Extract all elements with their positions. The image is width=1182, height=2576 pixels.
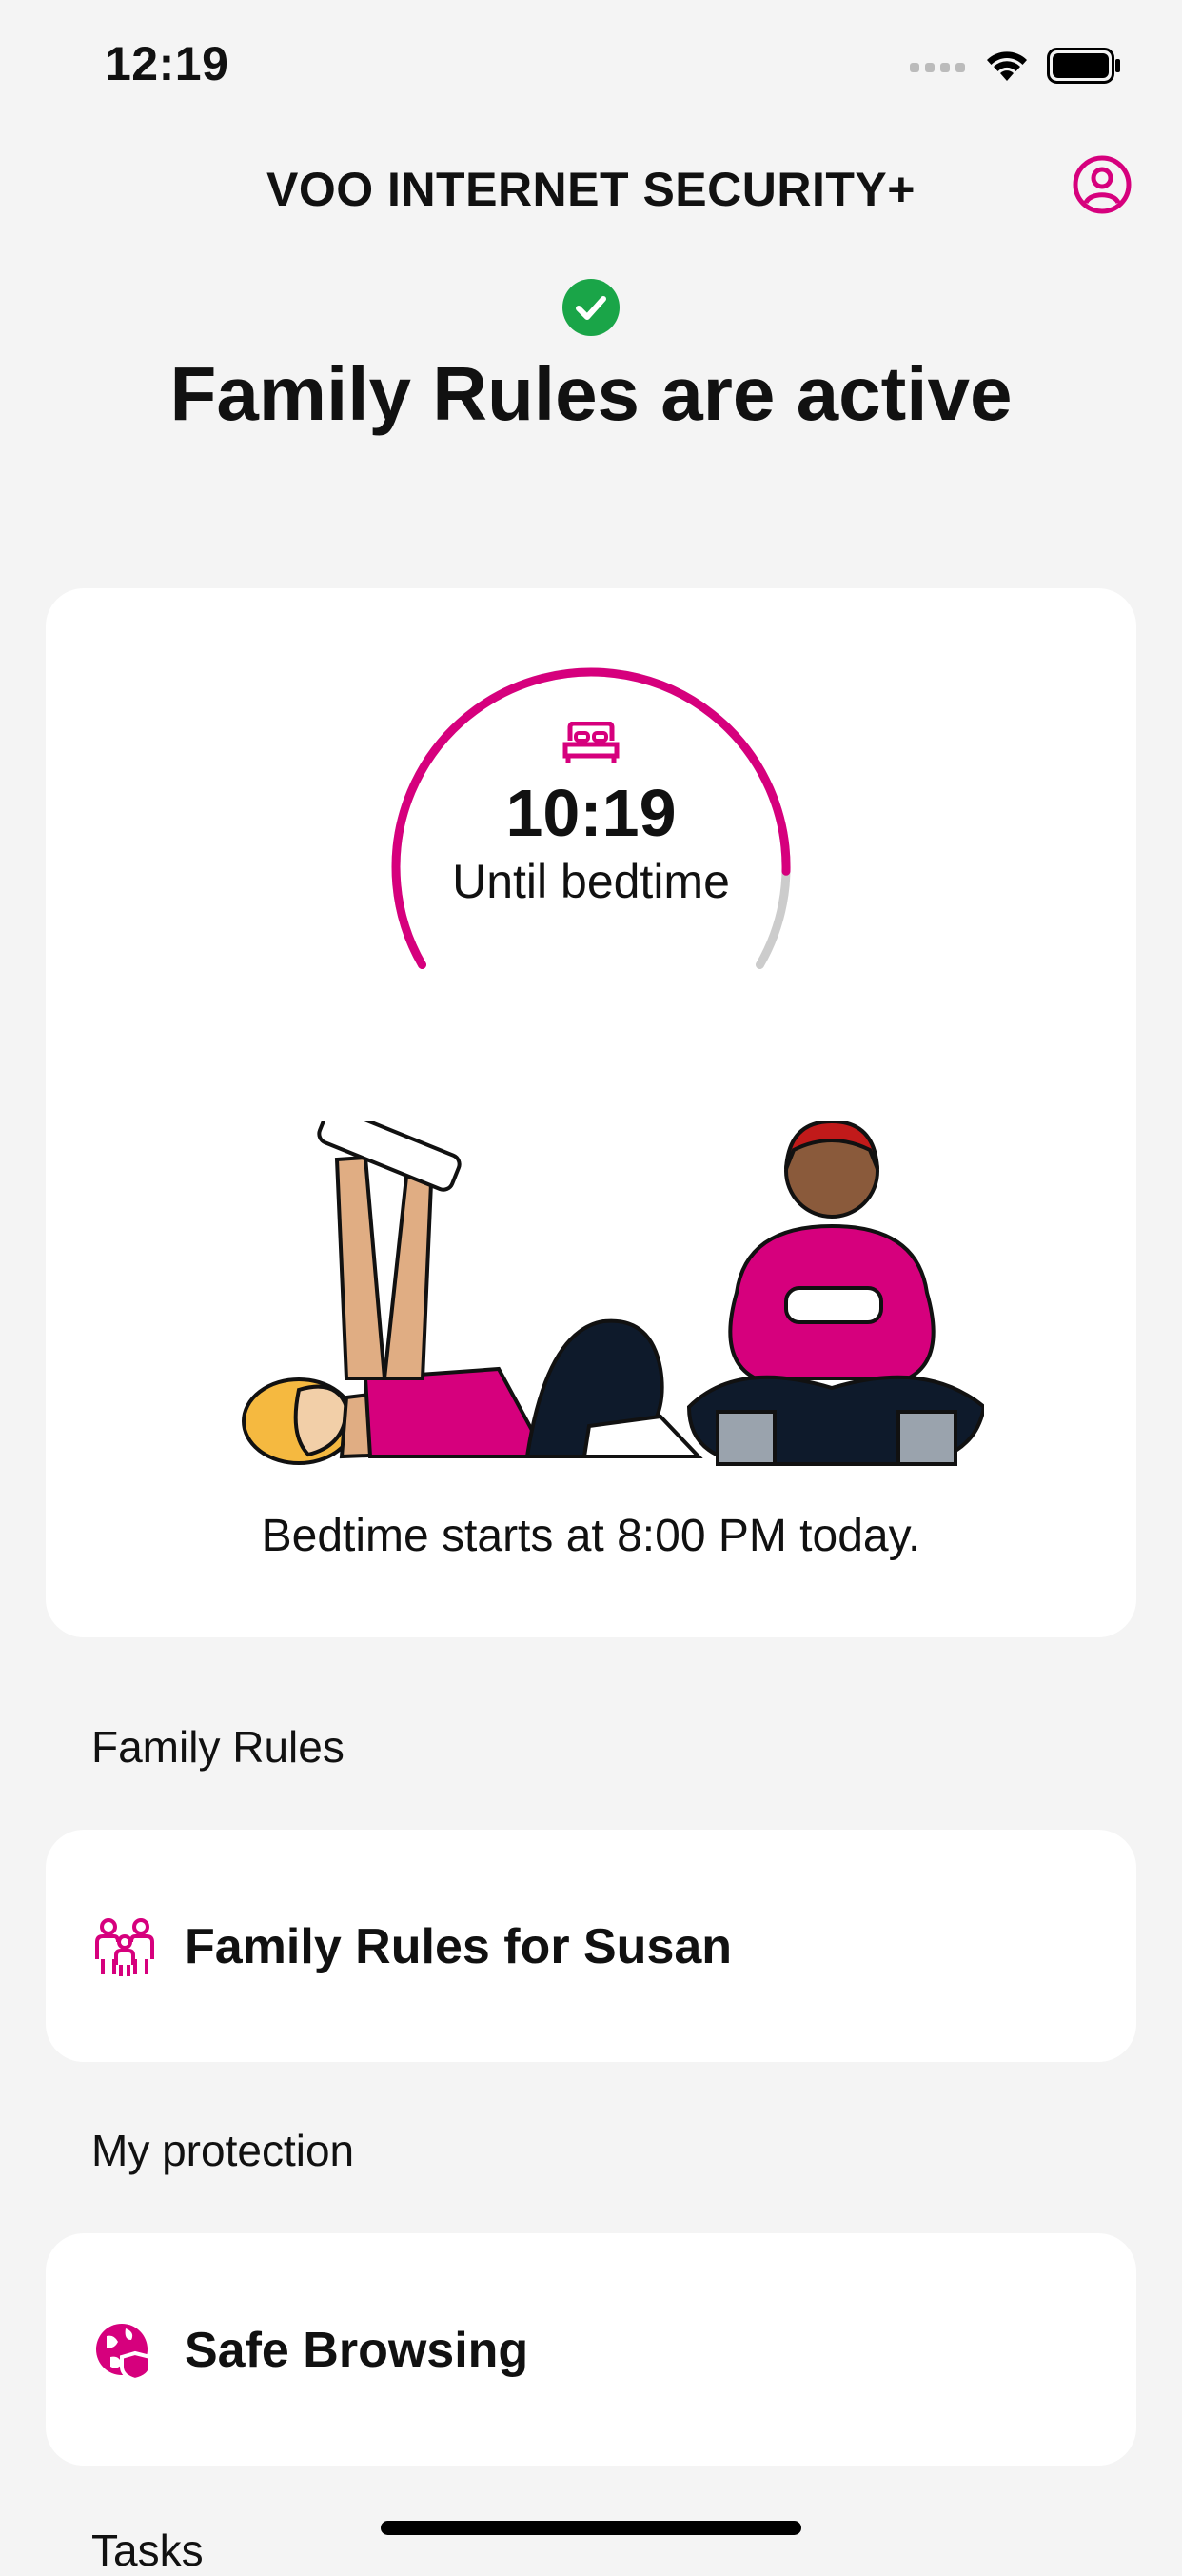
bed-icon xyxy=(562,722,620,763)
family-icon xyxy=(95,1918,154,1976)
bedtime-note: Bedtime starts at 8:00 PM today. xyxy=(261,1511,921,1561)
app-title: VOO INTERNET SECURITY+ xyxy=(266,163,916,216)
section-label-family-rules: Family Rules xyxy=(91,1722,345,1772)
safe-browsing-item[interactable]: Safe Browsing xyxy=(46,2233,1136,2466)
wifi-icon xyxy=(987,51,1027,81)
app-header: VOO INTERNET SECURITY+ xyxy=(0,152,1182,228)
gauge-text: 10:19 Until bedtime xyxy=(381,722,801,912)
family-rules-item-label: Family Rules for Susan xyxy=(185,1919,733,1974)
home-indicator[interactable] xyxy=(381,2521,801,2535)
status-bar: 12:19 xyxy=(0,0,1182,124)
page-title: Family Rules are active xyxy=(169,351,1013,436)
bedtime-timer-card: 10:19 Until bedtime Bedtime starts at 8:… xyxy=(46,588,1136,1637)
check-circle-icon xyxy=(562,279,620,336)
family-illustration xyxy=(242,1121,984,1466)
time-remaining-label: Until bedtime xyxy=(452,855,730,908)
profile-icon xyxy=(1073,155,1132,214)
time-remaining: 10:19 xyxy=(505,776,677,850)
section-label-my-protection: My protection xyxy=(91,2126,355,2175)
status-icons xyxy=(910,42,1121,89)
globe-shield-icon xyxy=(96,2324,152,2382)
battery-icon xyxy=(1047,48,1120,84)
status-time: 12:19 xyxy=(105,37,229,90)
profile-button[interactable] xyxy=(1072,154,1133,215)
section-label-tasks: Tasks xyxy=(91,2526,204,2575)
family-rules-susan-item[interactable]: Family Rules for Susan xyxy=(46,1830,1136,2062)
signal-icon xyxy=(910,63,965,72)
safe-browsing-item-label: Safe Browsing xyxy=(185,2323,529,2378)
